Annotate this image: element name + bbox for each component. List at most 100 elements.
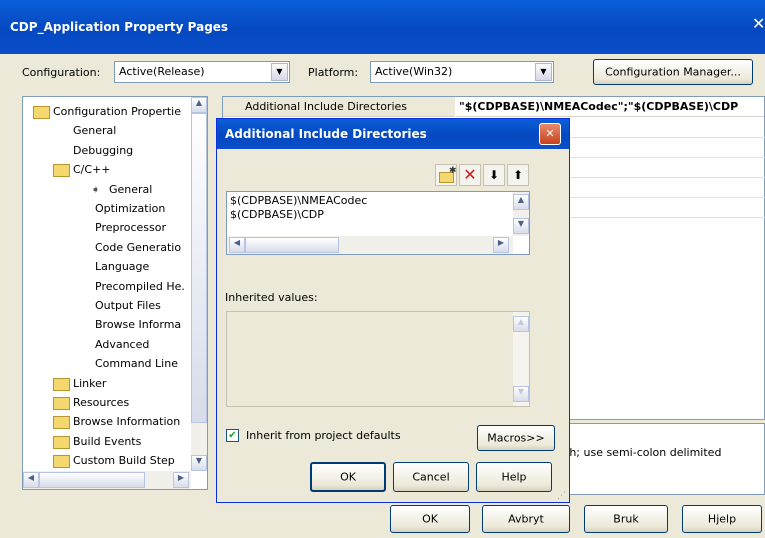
list-item[interactable]: $(CDPBASE)\NMEACodec [230,194,367,208]
dialog-cancel-button[interactable]: Cancel [393,462,469,492]
tree-item-label: Linker [73,376,107,390]
list-item[interactable]: $(CDPBASE)\CDP [230,208,367,222]
scroll-thumb[interactable] [245,237,339,253]
move-up-icon[interactable]: ⬆ [507,164,529,186]
tree-item-label: Precompiled He. [95,279,185,293]
folder-icon [53,435,70,449]
chevron-down-icon[interactable]: ▼ [271,63,288,81]
dialog-cancel-label: Cancel [412,470,450,484]
dialog-title: Additional Include Directories [225,127,427,141]
scroll-up-icon[interactable]: ▲ [513,316,529,332]
description-text: th; use semi-colon delimited [565,446,722,459]
close-icon[interactable]: ✕ [539,123,561,145]
apply-button[interactable]: Bruk [584,505,668,533]
grid-row-name-cell[interactable]: Additional Include Directories [223,97,455,117]
tree-item-label: Debugging [73,143,134,157]
tree-item-label: Command Line [95,357,178,371]
inherited-values-list: ▲ ▼ [226,311,530,407]
grid-divider [563,157,765,158]
grid-divider [563,217,765,218]
window-title-bar[interactable]: CDP_Application Property Pages ✕ [0,0,765,54]
grid-divider [563,197,765,198]
inherit-checkbox[interactable]: ✔ [226,429,239,442]
tree-item-label: Optimization [95,202,166,215]
chevron-down-icon[interactable]: ▼ [535,63,552,81]
inherited-values-label: Inherited values: [225,291,318,304]
scroll-down-icon[interactable]: ▼ [513,386,529,402]
folder-icon [53,416,70,430]
folder-open-icon [33,106,50,119]
dialog-ok-button[interactable]: OK [310,462,386,492]
folder-icon [53,455,70,469]
list-horizontal-scrollbar[interactable]: ◀ ▶ [227,236,513,254]
list-vertical-scrollbar[interactable]: ▲ ▼ [513,192,529,236]
grid-row-value: "$(CDPBASE)\NMEACodec";"$(CDPBASE)\CDP [459,100,739,113]
ok-button[interactable]: OK [390,505,470,533]
configuration-manager-label: Configuration Manager... [605,65,741,79]
grid-row-name: Additional Include Directories [245,100,407,113]
configuration-combo[interactable]: Active(Release) ▼ [114,61,290,83]
scroll-thumb[interactable] [191,113,207,423]
dialog-help-label: Help [501,470,527,484]
arrow-right-icon: ➧ [91,182,101,196]
tree-horizontal-scrollbar[interactable]: ◀ ▶ [23,471,191,489]
folder-icon [53,377,70,391]
close-icon[interactable]: ✕ [752,14,765,40]
scroll-left-icon[interactable]: ◀ [23,472,39,488]
move-down-icon[interactable]: ⬇ [483,164,505,186]
platform-value: Active(Win32) [375,65,453,78]
configuration-label: Configuration: [22,66,101,79]
platform-combo[interactable]: Active(Win32) ▼ [370,61,554,83]
scroll-right-icon[interactable]: ▶ [173,472,189,488]
scroll-down-icon[interactable]: ▼ [513,218,529,234]
inherit-checkbox-label: Inherit from project defaults [246,429,401,442]
cancel-label: Avbryt [508,512,544,526]
macros-button[interactable]: Macros>> [477,425,555,451]
scroll-up-icon[interactable]: ▲ [191,97,207,113]
tree-item-label: Language [95,260,150,274]
folder-icon [53,397,70,410]
property-tree[interactable]: Configuration Propertie General Debugging C… [22,96,208,490]
tree-item-label: Browse Information [73,415,181,429]
platform-label: Platform: [308,66,359,79]
help-button[interactable]: Hjelp [682,505,762,533]
inherited-vertical-scrollbar[interactable]: ▲ ▼ [513,312,529,406]
directories-list[interactable]: $(CDPBASE)\NMEACodec $(CDPBASE)\CDP ▲ ▼ ◀… [226,191,530,255]
new-folder-icon[interactable]: ✱ [435,164,457,186]
ok-label: OK [422,512,438,526]
help-label: Hjelp [707,512,737,526]
configuration-value: Active(Release) [119,65,205,78]
cancel-button[interactable]: Avbryt [482,505,570,533]
tree-item-label: General [109,182,153,196]
tree-item-label: Advanced [95,337,150,351]
tree-item-label: Preprocessor [95,221,167,235]
folder-open-icon [53,164,70,178]
macros-label: Macros>> [487,431,545,445]
tree-item-label: General [73,124,117,138]
resize-grip-icon[interactable]: ⋰ [557,491,567,501]
tree-vertical-scrollbar[interactable]: ▲ ▼ [191,97,207,471]
scroll-thumb[interactable] [39,472,145,488]
tree-item-label: Custom Build Step [73,454,175,468]
include-directories-dialog[interactable]: Additional Include Directories ✕ ✱ ✕ ⬇ ⬆… [216,118,570,503]
dialog-help-button[interactable]: Help [476,462,552,492]
tree-item-label: Code Generatio [95,240,182,254]
tree-item-label: Output Files [95,299,161,312]
grid-divider [563,177,765,178]
dialog-ok-label: OK [340,470,356,484]
configuration-manager-button[interactable]: Configuration Manager... [593,59,753,85]
scroll-right-icon[interactable]: ▶ [493,237,509,253]
delete-icon[interactable]: ✕ [459,164,481,186]
tree-item-label: Build Events [73,434,142,448]
scroll-up-icon[interactable]: ▲ [513,194,529,210]
tree-item-label: C/C++ [73,163,111,177]
tree-item-label: Configuration Propertie [53,105,181,118]
scroll-down-icon[interactable]: ▼ [191,455,207,471]
dialog-title-bar[interactable]: Additional Include Directories ✕ [217,119,569,149]
tree-item-label: Resources [73,396,130,409]
grid-row-value-cell[interactable]: "$(CDPBASE)\NMEACodec";"$(CDPBASE)\CDP [456,97,764,117]
grid-divider [563,137,765,138]
apply-label: Bruk [613,512,639,526]
scroll-left-icon[interactable]: ◀ [229,237,245,253]
window-title: CDP_Application Property Pages [10,20,229,34]
